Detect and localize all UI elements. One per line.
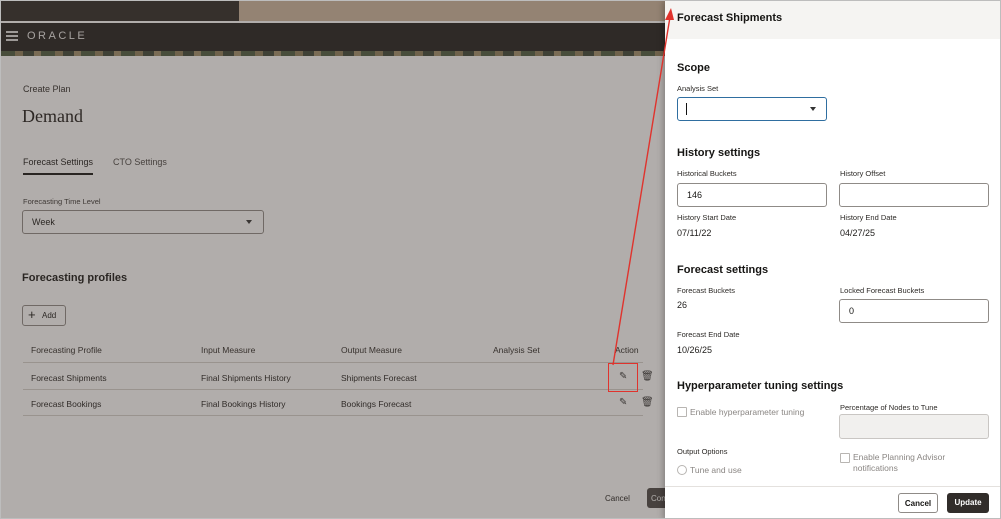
forecast-end-date-value: 10/26/25	[677, 345, 713, 355]
history-end-date-value: 04/27/25	[840, 228, 876, 238]
chevron-down-icon	[810, 107, 816, 111]
scope-section-title: Scope	[677, 62, 711, 74]
text-cursor	[686, 103, 687, 115]
update-button[interactable]: Update	[947, 493, 989, 513]
modal-overlay[interactable]	[1, 1, 665, 518]
historical-buckets-label: Historical Buckets	[677, 169, 737, 178]
history-end-date-label: History End Date	[840, 213, 897, 222]
forecast-section-title: Forecast settings	[677, 264, 769, 276]
history-offset-input[interactable]	[839, 183, 989, 207]
cancel-button[interactable]: Cancel	[898, 493, 938, 513]
screenshot-frame: ORACLE Create Plan Demand Forecast Setti…	[0, 0, 1001, 519]
history-start-date-value: 07/11/22	[677, 228, 712, 238]
analysis-set-label: Analysis Set	[677, 84, 719, 93]
planning-advisor-label-line2: notifications	[853, 463, 898, 473]
locked-forecast-buckets-value: 0	[849, 306, 855, 316]
hyperparameter-section-title: Hyperparameter tuning settings	[677, 380, 844, 392]
tune-and-use-label: Tune and use	[690, 465, 742, 475]
forecast-shipments-drawer: Forecast Shipments Scope Analysis Set Hi…	[665, 1, 1000, 518]
forecast-buckets-label: Forecast Buckets	[677, 286, 735, 295]
percentage-nodes-input[interactable]	[839, 414, 989, 439]
history-section-title: History settings	[677, 147, 761, 159]
forecast-end-date-label: Forecast End Date	[677, 330, 740, 339]
locked-forecast-buckets-input[interactable]: 0	[839, 299, 989, 323]
history-offset-label: History Offset	[840, 169, 886, 178]
drawer-header: Forecast Shipments	[665, 1, 1000, 39]
edit-highlight-box	[608, 363, 638, 392]
drawer-title: Forecast Shipments	[677, 12, 783, 24]
historical-buckets-value: 146	[687, 190, 703, 200]
enable-hyperparameter-label: Enable hyperparameter tuning	[690, 407, 805, 417]
forecast-buckets-value: 26	[677, 300, 688, 310]
tune-and-use-radio[interactable]	[677, 465, 687, 475]
history-start-date-label: History Start Date	[677, 213, 737, 222]
locked-forecast-buckets-label: Locked Forecast Buckets	[840, 286, 925, 295]
percentage-nodes-label: Percentage of Nodes to Tune	[840, 403, 938, 412]
enable-hyperparameter-checkbox[interactable]	[677, 407, 687, 417]
analysis-set-select[interactable]	[677, 97, 827, 121]
planning-advisor-label-line1: Enable Planning Advisor	[853, 452, 946, 462]
planning-advisor-checkbox[interactable]	[840, 453, 850, 463]
drawer-footer-divider	[665, 486, 1000, 487]
output-options-label: Output Options	[677, 447, 728, 456]
historical-buckets-input[interactable]: 146	[677, 183, 827, 207]
